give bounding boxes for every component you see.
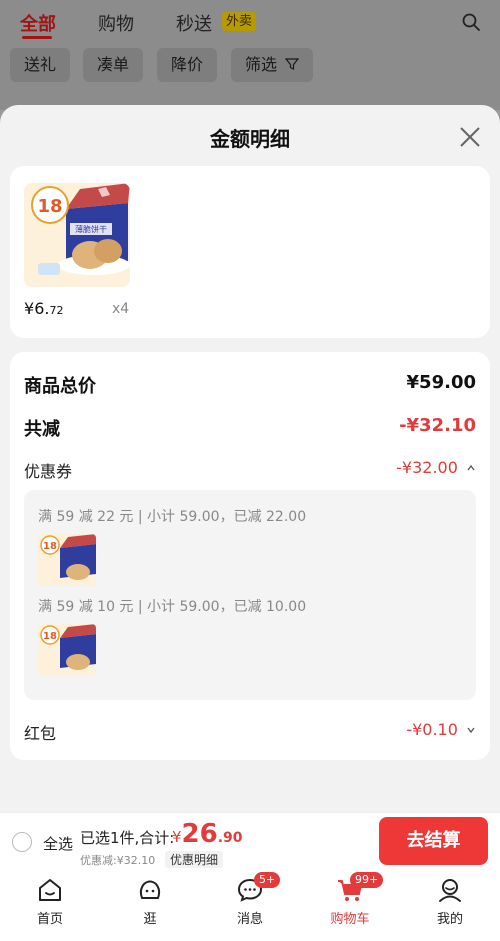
checkout-button[interactable]: 去结算 bbox=[379, 817, 488, 865]
biscuit-box-image: 薄脆饼干 18 bbox=[24, 183, 130, 287]
discount-detail-link[interactable]: 优惠明细 bbox=[165, 851, 224, 868]
quantity: x4 bbox=[112, 301, 130, 317]
tab-shopping[interactable]: 购物 bbox=[98, 10, 134, 36]
unit-price-int: 6. bbox=[34, 299, 50, 318]
filter-icon bbox=[284, 58, 300, 70]
coupon-product-thumb-2: 18 bbox=[38, 624, 96, 676]
redpacket-label: 红包 bbox=[24, 724, 57, 743]
coupon-row[interactable]: 优惠券 -¥32.00 bbox=[24, 458, 476, 482]
sheet-title: 金额明细 bbox=[210, 127, 290, 151]
chevron-down-icon[interactable] bbox=[466, 725, 476, 735]
chevron-up-icon[interactable] bbox=[466, 463, 476, 473]
tab-all[interactable]: 全部 bbox=[20, 10, 56, 36]
select-all-radio[interactable] bbox=[12, 832, 32, 852]
discount-summary: 优惠减:¥32.10 bbox=[80, 854, 156, 867]
goods-total-value: ¥59.00 bbox=[406, 372, 476, 393]
coupon-line-1: 满 59 减 22 元 | 小计 59.00，已减 22.00 bbox=[38, 509, 307, 525]
selected-summary: 已选1件,合计: bbox=[80, 829, 175, 847]
nav-messages[interactable]: 5+ 消息 bbox=[200, 870, 300, 941]
nav-profile[interactable]: 我的 bbox=[400, 870, 500, 941]
total-currency: ¥ bbox=[172, 828, 182, 846]
price-detail-card: 商品总价 ¥59.00 共减 -¥32.10 优惠券 -¥32.00 满 59 … bbox=[10, 352, 490, 760]
total-int: 26 bbox=[181, 819, 218, 849]
biscuit-box-thumb: 18 bbox=[38, 624, 96, 676]
coupon-value: -¥32.00 bbox=[396, 458, 458, 477]
coupon-value-wrap: -¥32.00 bbox=[396, 458, 476, 477]
message-badge: 5+ bbox=[254, 872, 281, 888]
coupon-line-2: 满 59 减 10 元 | 小计 59.00，已减 10.00 bbox=[38, 599, 307, 615]
nav-home-label: 首页 bbox=[36, 912, 63, 927]
profile-icon bbox=[439, 879, 461, 902]
total-reduce-value: -¥32.10 bbox=[399, 415, 476, 436]
chip-price-drop[interactable]: 降价 bbox=[157, 48, 218, 82]
close-icon[interactable] bbox=[457, 124, 483, 150]
tab-active-indicator bbox=[22, 36, 52, 39]
redpacket-value: -¥0.10 bbox=[406, 720, 458, 739]
total-price: ¥26.90 bbox=[172, 819, 243, 849]
total-reduce-label: 共减 bbox=[24, 419, 60, 440]
unit-price-currency: ¥ bbox=[24, 299, 35, 318]
chip-bundle[interactable]: 凑单 bbox=[83, 48, 144, 82]
nav-cart-label: 购物车 bbox=[330, 912, 370, 927]
box-text: 薄脆饼干 bbox=[75, 224, 107, 234]
unit-price-dec: 72 bbox=[49, 304, 64, 317]
explore-icon bbox=[139, 880, 161, 899]
waimai-badge: 外卖 bbox=[222, 12, 257, 31]
goods-total-row: 商品总价 ¥59.00 bbox=[24, 372, 476, 397]
thumb-badge-2: 18 bbox=[43, 631, 57, 642]
coupon-detail-box: 满 59 减 22 元 | 小计 59.00，已减 22.00 18 满 59 … bbox=[24, 490, 476, 700]
redpacket-value-wrap: -¥0.10 bbox=[406, 720, 476, 739]
chip-gift[interactable]: 送礼 bbox=[10, 48, 71, 82]
unit-price: ¥6.72 bbox=[24, 299, 63, 318]
nav-home[interactable]: 首页 bbox=[0, 870, 100, 941]
chip-filter-label: 筛选 bbox=[245, 55, 278, 74]
coupon-product-thumb-1: 18 bbox=[38, 534, 96, 586]
home-icon bbox=[39, 879, 61, 901]
total-dec: .90 bbox=[217, 830, 243, 846]
thumb-badge-1: 18 bbox=[43, 541, 57, 552]
total-reduce-row: 共减 -¥32.10 bbox=[24, 415, 476, 440]
select-all-label[interactable]: 全选 bbox=[43, 833, 73, 854]
nav-explore[interactable]: 逛 bbox=[100, 870, 200, 941]
product-image[interactable]: 薄脆饼干 18 bbox=[24, 183, 130, 287]
checkout-bar: 全选 已选1件,合计: ¥26.90 优惠减:¥32.10 优惠明细 去结算 bbox=[0, 812, 500, 870]
goods-total-label: 商品总价 bbox=[24, 376, 96, 397]
biscuit-box-thumb: 18 bbox=[38, 534, 96, 586]
nav-messages-label: 消息 bbox=[236, 912, 263, 927]
search-icon[interactable] bbox=[461, 12, 481, 32]
redpacket-row[interactable]: 红包 -¥0.10 bbox=[24, 720, 476, 744]
chip-filter[interactable]: 筛选 bbox=[231, 48, 314, 82]
cart-badge: 99+ bbox=[350, 872, 384, 888]
tab-instant-delivery[interactable]: 秒送 bbox=[176, 10, 212, 36]
nav-explore-label: 逛 bbox=[143, 912, 157, 927]
coupon-label: 优惠券 bbox=[24, 462, 73, 481]
top-tab-bar: 全部 购物 秒送 外卖 bbox=[0, 0, 500, 44]
box-badge: 18 bbox=[37, 196, 62, 217]
bottom-nav: 首页 逛 5+ 消息 99+ 购物车 我的 bbox=[0, 870, 500, 941]
nav-cart[interactable]: 99+ 购物车 bbox=[300, 870, 400, 941]
nav-profile-label: 我的 bbox=[436, 912, 463, 927]
product-card: 薄脆饼干 18 ¥6.72 x4 bbox=[10, 166, 490, 338]
